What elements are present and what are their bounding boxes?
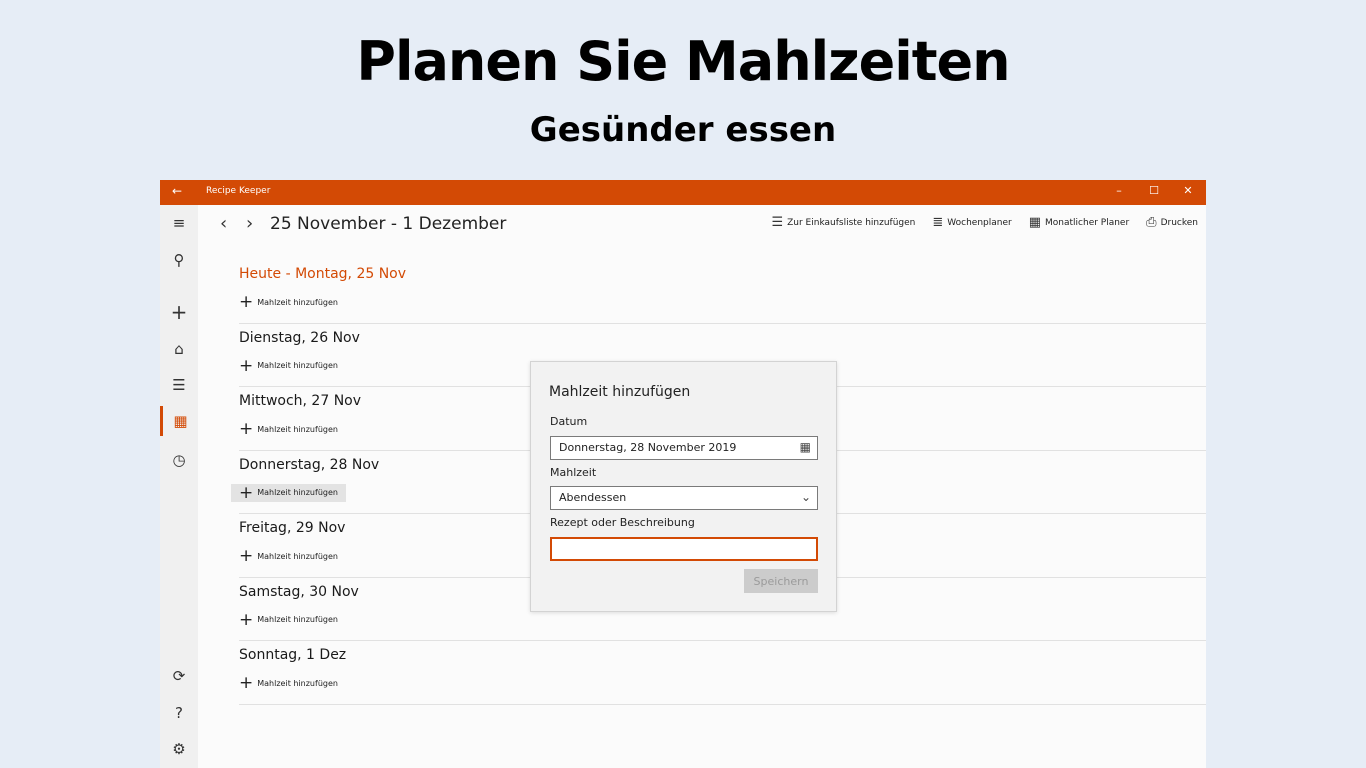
plus-icon: + — [239, 355, 254, 376]
add-meal-button[interactable]: + Mahlzeit hinzufügen — [239, 674, 338, 692]
add-meal-label: Mahlzeit hinzufügen — [257, 361, 338, 370]
sync-icon[interactable]: ⟳ — [160, 661, 198, 691]
print-label: Drucken — [1160, 217, 1198, 228]
day-name: Heute - Montag, 25 Nov — [239, 266, 407, 282]
day-name: Mittwoch, 27 Nov — [239, 393, 362, 409]
history-icon[interactable]: ◷ — [160, 445, 198, 475]
day-name: Freitag, 29 Nov — [239, 520, 346, 536]
weekly-planner-icon: ≣ — [932, 215, 944, 230]
toolbar: ☰ Zur Einkaufsliste hinzufügen ≣ Wochenp… — [771, 215, 1198, 230]
day-row: Heute - Montag, 25 Nov + Mahlzeit hinzuf… — [239, 260, 1206, 324]
save-button[interactable]: Speichern — [744, 569, 818, 593]
calendar-icon: ▦ — [799, 440, 811, 454]
add-icon[interactable]: + — [160, 297, 198, 327]
add-meal-button[interactable]: + Mahlzeit hinzufügen — [239, 420, 338, 438]
add-meal-label: Mahlzeit hinzufügen — [257, 297, 338, 307]
home-icon[interactable]: ⌂ — [160, 334, 198, 364]
print-button[interactable]: ⎙ Drucken — [1146, 215, 1198, 230]
minimize-icon[interactable]: – — [1109, 184, 1129, 197]
settings-icon[interactable]: ⚙ — [160, 734, 198, 764]
week-range: 25 November - 1 Dezember — [270, 214, 507, 234]
add-meal-button[interactable]: + Mahlzeit hinzufügen — [239, 611, 338, 629]
monthly-planner-button[interactable]: ▦ Monatlicher Planer — [1029, 215, 1129, 230]
plus-icon: + — [239, 292, 254, 312]
add-to-shopping-list-button[interactable]: ☰ Zur Einkaufsliste hinzufügen — [771, 215, 915, 230]
add-meal-dialog: Mahlzeit hinzufügen Datum Donnerstag, 28… — [530, 361, 837, 612]
add-meal-label: Mahlzeit hinzufügen — [257, 615, 338, 624]
weekly-planner-label: Wochenplaner — [947, 217, 1012, 228]
day-name: Samstag, 30 Nov — [239, 583, 359, 600]
calendar-icon[interactable]: ▦ — [160, 406, 198, 436]
meal-select[interactable]: Abendessen ⌄ — [550, 486, 818, 510]
dialog-title: Mahlzeit hinzufügen — [549, 384, 691, 400]
title-bar: ← Recipe Keeper – ☐ ✕ — [160, 180, 1206, 205]
next-week-icon[interactable]: › — [246, 213, 253, 234]
prev-week-icon[interactable]: ‹ — [220, 213, 227, 234]
add-to-shopping-list-label: Zur Einkaufsliste hinzufügen — [787, 217, 916, 228]
add-meal-button[interactable]: + Mahlzeit hinzufügen — [239, 547, 338, 565]
shopping-list-icon: ☰ — [771, 215, 784, 230]
add-meal-label: Mahlzeit hinzufügen — [257, 678, 338, 688]
day-name: Sonntag, 1 Dez — [239, 647, 347, 663]
add-meal-label: Mahlzeit hinzufügen — [257, 551, 338, 561]
hamburger-icon[interactable]: ≡ — [160, 208, 198, 238]
plus-icon: + — [239, 482, 254, 503]
plus-icon: + — [239, 546, 254, 566]
plus-icon: + — [239, 419, 254, 439]
add-meal-button[interactable]: + Mahlzeit hinzufügen — [239, 293, 338, 311]
maximize-icon[interactable]: ☐ — [1144, 184, 1164, 197]
add-meal-button[interactable]: + Mahlzeit hinzufügen — [239, 357, 338, 375]
recipe-input[interactable] — [550, 537, 818, 561]
meal-value: Abendessen — [559, 491, 627, 504]
day-row: Sonntag, 1 Dez + Mahlzeit hinzufügen — [239, 641, 1206, 705]
help-icon[interactable]: ? — [160, 698, 198, 728]
app-title: Recipe Keeper — [206, 186, 271, 196]
date-value: Donnerstag, 28 November 2019 — [559, 441, 737, 454]
monthly-planner-label: Monatlicher Planer — [1045, 217, 1130, 228]
search-icon[interactable]: ⚲ — [160, 245, 198, 275]
day-name: Donnerstag, 28 Nov — [239, 456, 380, 473]
date-picker[interactable]: Donnerstag, 28 November 2019 ▦ — [550, 436, 818, 460]
add-meal-label: Mahlzeit hinzufügen — [257, 488, 338, 497]
recipe-label: Rezept oder Beschreibung — [550, 516, 695, 529]
hero-subtitle: Gesünder essen — [529, 110, 837, 150]
weekly-planner-button[interactable]: ≣ Wochenplaner — [932, 215, 1011, 230]
sidebar: ≡ ⚲ + ⌂ ☰ ▦ ◷ ⟳ ? ⚙ — [160, 205, 198, 768]
day-name: Dienstag, 26 Nov — [239, 329, 360, 346]
shopping-list-icon[interactable]: ☰ — [160, 370, 198, 400]
add-meal-button[interactable]: + Mahlzeit hinzufügen — [231, 482, 346, 503]
hero-title: Planen Sie Mahlzeiten — [356, 30, 1010, 93]
printer-icon: ⎙ — [1146, 215, 1157, 230]
date-label: Datum — [550, 415, 588, 428]
add-meal-label: Mahlzeit hinzufügen — [257, 424, 338, 434]
plus-icon: + — [239, 609, 254, 630]
chevron-down-icon: ⌄ — [800, 490, 811, 504]
close-icon[interactable]: ✕ — [1178, 184, 1198, 197]
back-arrow-icon[interactable]: ← — [172, 184, 182, 198]
monthly-planner-icon: ▦ — [1028, 215, 1042, 230]
meal-label: Mahlzeit — [550, 466, 597, 479]
plus-icon: + — [239, 673, 254, 693]
